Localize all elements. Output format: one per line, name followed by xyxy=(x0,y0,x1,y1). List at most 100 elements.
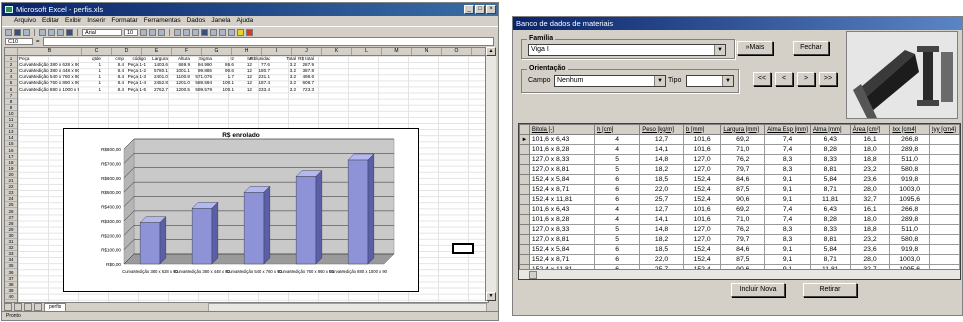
col-header[interactable]: Largura [mm] xyxy=(720,124,766,135)
retirar-button[interactable]: Retirar xyxy=(803,283,857,297)
sheet-cell[interactable]: 3.2 xyxy=(276,80,296,86)
copy-icon[interactable] xyxy=(57,28,64,36)
sheet-cell[interactable]: 12 xyxy=(232,80,252,86)
table-cell[interactable]: 1095,6 xyxy=(889,194,930,205)
table-cell[interactable]: 11,81 xyxy=(809,194,851,205)
sheet-cell[interactable]: 233.4 xyxy=(250,87,271,93)
column-header-i[interactable]: I xyxy=(262,48,292,55)
scroll-up-icon[interactable]: ▲ xyxy=(486,47,496,56)
table-cell[interactable]: 8,71 xyxy=(809,254,851,265)
font-name-select[interactable]: Arial xyxy=(82,28,122,36)
table-cell[interactable]: 101,6 xyxy=(682,214,722,225)
row-header[interactable]: 1 xyxy=(5,56,17,62)
table-cell[interactable]: 5,84 xyxy=(809,244,851,255)
align-center-icon[interactable] xyxy=(183,28,190,36)
row-indicator[interactable] xyxy=(519,244,530,255)
next-sheet-icon[interactable] xyxy=(24,303,32,311)
table-row[interactable]: 101,6 x 8,28 4 14,1 101,6 71,0 7,4 8,28 18,0 289… xyxy=(519,214,960,225)
table-cell[interactable]: 87,5 xyxy=(720,254,766,265)
sheet-cell[interactable]: 77.6 xyxy=(250,62,270,68)
table-cell[interactable]: 4 xyxy=(594,204,641,215)
row-header[interactable]: 4 xyxy=(5,74,17,81)
mais-button[interactable]: »Mais xyxy=(737,41,773,55)
table-cell[interactable] xyxy=(928,184,960,195)
sheet-cell[interactable]: CurvaMedição 380 x 448 x 90 xyxy=(19,68,79,74)
table-cell[interactable]: 152,4 xyxy=(682,194,722,205)
table-cell[interactable]: 8,33 xyxy=(809,224,851,235)
row-indicator[interactable] xyxy=(519,184,530,195)
table-cell[interactable]: 90,6 xyxy=(720,194,766,205)
table-cell[interactable]: 14,8 xyxy=(639,224,684,235)
familia-select[interactable]: Viga I ▼ xyxy=(528,44,726,56)
table-row[interactable]: 152,4 x 8,71 6 22,0 152,4 87,5 9,1 8,71 28,0 100… xyxy=(519,184,960,195)
table-cell[interactable]: 8,81 xyxy=(809,164,851,175)
sheet-cell[interactable]: 669.9 xyxy=(170,62,191,68)
sheet-cell[interactable]: 599.579 xyxy=(192,87,212,93)
row-header[interactable]: 37 xyxy=(5,276,17,282)
row-header[interactable]: 26 xyxy=(5,209,17,215)
table-cell[interactable] xyxy=(928,244,960,255)
sheet-cell[interactable]: 1403.6 xyxy=(148,62,168,68)
table-row[interactable]: 101,6 x 8,28 4 14,1 101,6 71,0 7,4 8,28 18,0 289… xyxy=(519,144,960,155)
sheet-cell[interactable]: 90.6 xyxy=(214,68,234,74)
table-cell[interactable]: 22,0 xyxy=(639,184,684,195)
table-cell[interactable]: 14,8 xyxy=(639,154,684,165)
table-cell[interactable]: 152,4 xyxy=(682,244,722,255)
row-header[interactable]: 25 xyxy=(5,202,17,209)
sheet-cell[interactable]: 180.7 xyxy=(250,68,271,74)
table-cell[interactable]: 6 xyxy=(594,244,641,255)
col-header[interactable]: Ixx [cm4] xyxy=(889,124,930,135)
column-header-o[interactable]: O xyxy=(442,48,472,55)
table-cell[interactable] xyxy=(928,214,960,225)
row-header[interactable]: 6 xyxy=(5,87,17,93)
sheet-cell[interactable]: Peça 1-5 xyxy=(126,87,146,93)
row-header[interactable]: 11 xyxy=(5,117,17,123)
last-record-button[interactable]: >> xyxy=(819,72,837,86)
table-cell[interactable]: 9,1 xyxy=(764,194,811,205)
table-cell[interactable]: 7,4 xyxy=(764,204,811,215)
table-cell[interactable]: 8,3 xyxy=(764,154,811,165)
column-header-e[interactable]: E xyxy=(142,48,172,55)
sheet-cell[interactable]: 1 xyxy=(81,62,101,68)
sheet-cell[interactable]: 2401.0 xyxy=(148,74,168,80)
table-cell[interactable] xyxy=(928,134,960,145)
col-header[interactable]: Área [cm²] xyxy=(849,124,891,135)
sheet-cell[interactable]: 100.1 xyxy=(214,80,235,86)
scroll-thumb[interactable] xyxy=(529,271,537,279)
sheet-cell[interactable]: 12 xyxy=(232,68,252,74)
table-row[interactable]: 152,4 x 5,84 6 18,5 152,4 84,6 9,1 5,84 23,6 919… xyxy=(519,174,960,185)
grid-horizontal-scrollbar[interactable] xyxy=(519,269,960,279)
table-cell[interactable]: 6,43 xyxy=(809,204,851,215)
table-cell[interactable]: 289,8 xyxy=(889,214,930,225)
sheet-cell[interactable]: 8.4 xyxy=(104,68,124,74)
sheet-cell[interactable]: 723.3 xyxy=(294,87,315,93)
table-cell[interactable]: 289,8 xyxy=(889,144,930,155)
table-cell[interactable]: 511,0 xyxy=(889,224,930,235)
menu-dados[interactable]: Dados xyxy=(187,16,206,26)
row-header[interactable]: 15 xyxy=(5,141,17,148)
table-cell[interactable]: 71,0 xyxy=(720,144,766,155)
table-cell[interactable]: 9,1 xyxy=(764,174,811,185)
table-cell[interactable]: 18,5 xyxy=(639,244,684,255)
table-cell[interactable]: 14,1 xyxy=(639,214,684,225)
sheet-cell[interactable]: R$/unidade xyxy=(250,56,270,62)
table-cell[interactable]: 71,0 xyxy=(720,214,766,225)
table-cell[interactable]: 79,7 xyxy=(720,164,766,175)
table-row[interactable]: 127,0 x 8,81 5 18,2 127,0 79,7 8,3 8,81 23,2 580… xyxy=(519,234,960,245)
table-cell[interactable] xyxy=(928,174,960,185)
prev-record-button[interactable]: < xyxy=(775,72,793,86)
row-indicator[interactable] xyxy=(519,234,530,245)
vertical-scrollbar[interactable]: ▲ ▼ xyxy=(485,47,496,301)
table-cell[interactable]: 28,0 xyxy=(849,254,891,265)
menu-formatar[interactable]: Formatar xyxy=(111,16,137,26)
sheet-cell[interactable]: código xyxy=(126,56,146,62)
table-cell[interactable]: 1003,0 xyxy=(889,184,930,195)
incluir-nova-button[interactable]: Incluir Nova xyxy=(731,283,785,297)
sheet-cell[interactable]: Total xyxy=(276,56,296,62)
row-header[interactable]: 22 xyxy=(5,184,17,191)
row-indicator[interactable] xyxy=(519,164,530,175)
sheet-cell[interactable]: qtde xyxy=(81,56,101,62)
table-cell[interactable]: 5 xyxy=(594,234,641,245)
table-cell[interactable]: 919,8 xyxy=(889,244,930,255)
sheet-cell[interactable]: 571.076 xyxy=(192,74,212,80)
